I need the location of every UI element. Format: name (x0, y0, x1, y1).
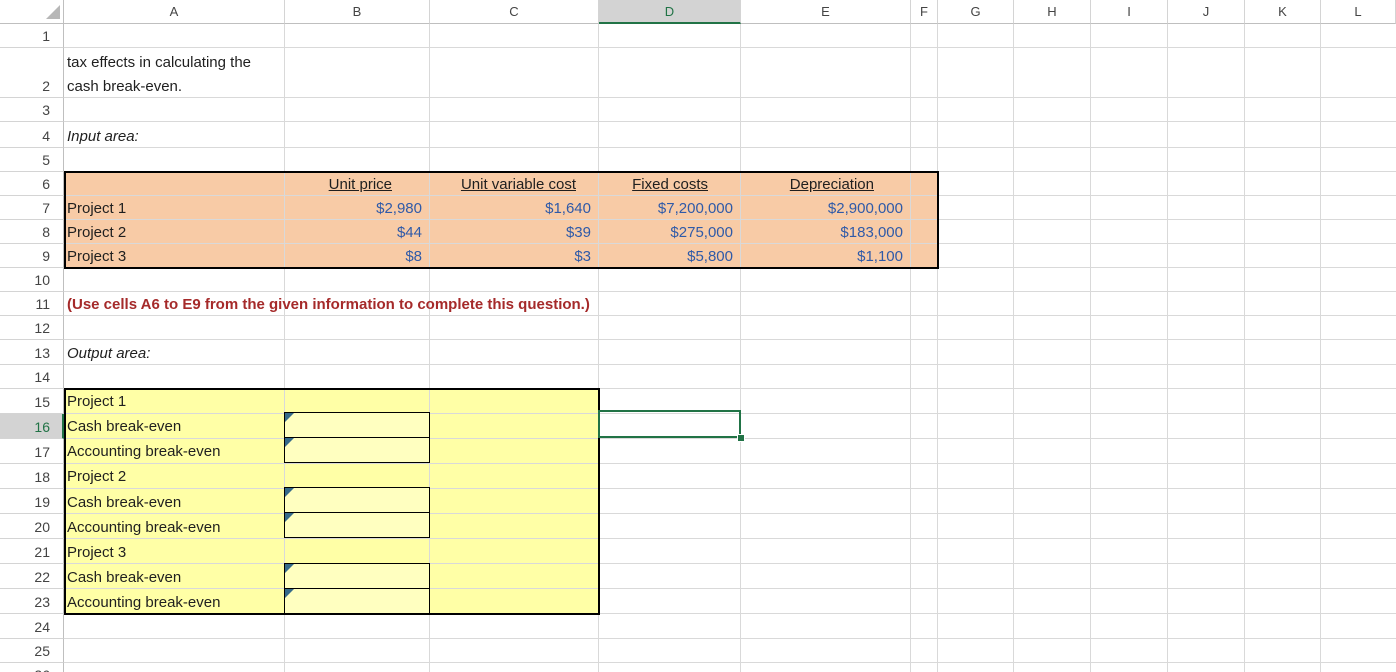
row-header-22[interactable]: 22 (0, 564, 64, 589)
column-header-h[interactable]: H (1014, 0, 1091, 24)
row-header-1[interactable]: 1 (0, 24, 64, 48)
row-header-9[interactable]: 9 (0, 244, 64, 268)
column-header-j[interactable]: J (1168, 0, 1245, 24)
column-header-k[interactable]: K (1245, 0, 1321, 24)
column-header-e[interactable]: E (741, 0, 911, 24)
column-header-i[interactable]: I (1091, 0, 1168, 24)
row-header-23[interactable]: 23 (0, 589, 64, 614)
intro-text-line-2: cash break-even. (67, 78, 183, 95)
row-header-20[interactable]: 20 (0, 514, 64, 539)
column-header-b[interactable]: B (285, 0, 430, 24)
row-header-21[interactable]: 21 (0, 539, 64, 564)
fill-handle[interactable] (737, 434, 745, 442)
row-header-18[interactable]: 18 (0, 464, 64, 489)
row-header-6[interactable]: 6 (0, 172, 64, 196)
output-area-border (64, 388, 600, 615)
selected-cell-d16[interactable] (598, 410, 741, 438)
row-header-19[interactable]: 19 (0, 489, 64, 514)
row-header-25[interactable]: 25 (0, 639, 64, 663)
row-header-2[interactable]: 2 (0, 48, 64, 98)
column-header-l[interactable]: L (1321, 0, 1396, 24)
row-header-3[interactable]: 3 (0, 98, 64, 122)
select-all-triangle-icon (46, 5, 60, 19)
output-area-label: Output area: (67, 345, 151, 362)
column-header-a[interactable]: A (64, 0, 285, 24)
row-header-11[interactable]: 11 (0, 292, 64, 316)
input-area-border (64, 171, 939, 269)
row-header-15[interactable]: 15 (0, 389, 64, 414)
spreadsheet-grid[interactable]: A B C D E F G H I J K L 1 2 3 4 5 6 7 8 … (0, 0, 1396, 672)
row-header-10[interactable]: 10 (0, 268, 64, 292)
row-header-26[interactable]: 26 (0, 663, 64, 672)
row-header-12[interactable]: 12 (0, 316, 64, 340)
select-all-corner[interactable] (0, 0, 64, 24)
input-area-label: Input area: (67, 128, 139, 145)
instruction-text: (Use cells A6 to E9 from the given infor… (67, 296, 590, 313)
row-header-24[interactable]: 24 (0, 614, 64, 639)
row-header-16[interactable]: 16 (0, 414, 64, 439)
column-header-c[interactable]: C (430, 0, 599, 24)
intro-text-line-1: tax effects in calculating the (67, 54, 251, 71)
column-header-f[interactable]: F (911, 0, 938, 24)
row-header-8[interactable]: 8 (0, 220, 64, 244)
row-header-5[interactable]: 5 (0, 148, 64, 172)
row-header-14[interactable]: 14 (0, 365, 64, 389)
column-header-g[interactable]: G (938, 0, 1014, 24)
row-header-7[interactable]: 7 (0, 196, 64, 220)
row-header-4[interactable]: 4 (0, 122, 64, 148)
row-header-13[interactable]: 13 (0, 340, 64, 365)
row-header-17[interactable]: 17 (0, 439, 64, 464)
column-header-d[interactable]: D (599, 0, 741, 24)
